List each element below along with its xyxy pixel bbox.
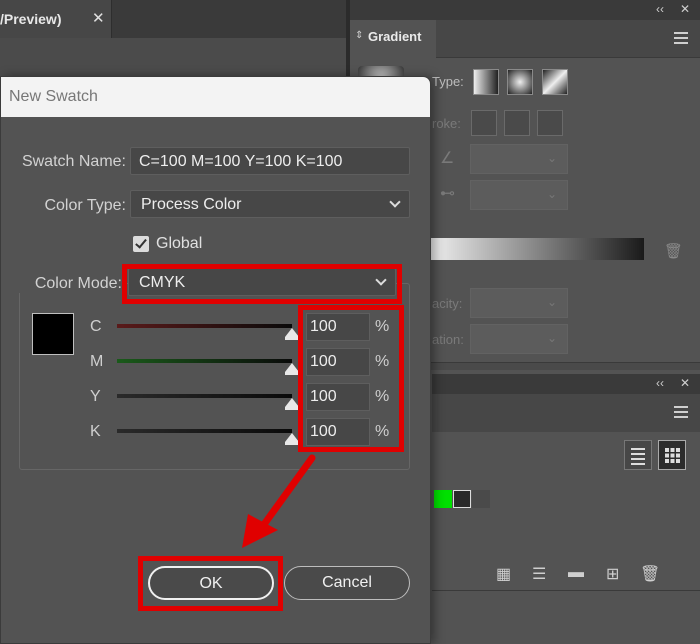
gradient-type-label: Type: [432,74,464,89]
cmyk-values-highlight [298,305,404,452]
global-checkbox[interactable] [133,236,149,252]
channel-m-slider[interactable] [117,359,292,363]
swatch-black[interactable] [453,490,471,508]
channel-k-label: K [90,423,101,440]
panel-topbar: ‹‹ ✕ [350,0,700,20]
channel-k-slider[interactable] [117,429,292,433]
color-type-value: Process Color [141,196,242,213]
panel-header [432,394,700,432]
swatch-options-icon[interactable]: ☰ [532,564,546,584]
swatch-name-label: Swatch Name: [21,153,126,170]
angle-select[interactable]: ⌄ [470,144,568,174]
global-label: Global [156,235,203,252]
stroke-label: roke: [432,116,461,131]
folder-icon[interactable]: ▬ [568,564,584,582]
new-swatch-icon[interactable]: ⊞ [606,564,619,584]
cancel-button[interactable]: Cancel [284,566,410,600]
trash-icon[interactable]: 🗑 [664,242,683,260]
chevron-updown-icon: ⇕ [355,30,364,41]
color-mode-highlight [122,264,402,304]
channel-m-label: M [90,353,104,370]
panel-menu-icon[interactable] [674,406,688,418]
grid-view-icon[interactable] [658,440,686,470]
collapse-panel-icon[interactable]: ‹‹ [656,376,664,390]
dialog-title: New Swatch [9,88,98,105]
ok-button-highlight [138,556,283,611]
stroke-within-button[interactable] [471,110,497,136]
panel-topbar: ‹‹ ✕ [432,374,700,394]
collapse-panel-icon[interactable]: ‹‹ [656,2,664,16]
swatches-footer: ▦ ☰ ▬ ⊞ 🗑 [432,560,700,590]
chevron-down-icon [389,196,401,208]
swatch-libraries-icon[interactable]: ▦ [496,564,511,584]
channel-m-slider-thumb[interactable] [285,363,299,375]
stroke-along-button[interactable] [504,110,530,136]
trash-icon[interactable]: 🗑 [640,564,660,584]
channel-y-slider-thumb[interactable] [285,398,299,410]
freeform-gradient-button[interactable] [542,69,568,95]
tab-gradient[interactable]: ⇕ Gradient [350,20,436,58]
gradient-slider[interactable] [430,238,644,260]
opacity-label: acity: [432,296,463,311]
angle-icon: ∠ [440,150,455,167]
document-tab-bar: /Preview) ✕ [0,0,346,38]
color-type-label: Color Type: [44,197,126,214]
location-select[interactable]: ⌄ [470,324,568,354]
document-tab-title: /Preview) [0,11,62,27]
panel-header: ⇕ Gradient [350,20,700,58]
radial-gradient-button[interactable] [507,69,533,95]
swatch-green[interactable] [434,490,452,508]
tab-gradient-label: Gradient [368,29,422,44]
color-type-select[interactable]: Process Color [130,190,410,218]
channel-c-label: C [90,318,102,335]
channel-k-slider-thumb[interactable] [285,433,299,445]
close-panel-icon[interactable]: ✕ [680,2,690,16]
color-preview-swatch [32,313,74,355]
aspect-ratio-icon: ⊷ [440,185,455,202]
document-tab[interactable]: /Preview) ✕ [0,0,112,38]
opacity-select[interactable]: ⌄ [470,288,568,318]
channel-y-label: Y [90,388,101,405]
close-panel-icon[interactable]: ✕ [680,376,690,390]
channel-y-slider[interactable] [117,394,292,398]
list-view-icon[interactable] [624,440,652,470]
panel-menu-icon[interactable] [674,32,688,44]
color-mode-label: Color Mode: [10,275,122,293]
linear-gradient-button[interactable] [473,69,499,95]
swatch-name-input[interactable]: C=100 M=100 Y=100 K=100 [130,147,410,175]
aspect-ratio-select[interactable]: ⌄ [470,180,568,210]
panel-bottom-area [432,590,700,644]
location-label: ation: [432,332,464,347]
channel-c-slider-thumb[interactable] [285,328,299,340]
stroke-across-button[interactable] [537,110,563,136]
swatch-empty[interactable] [472,490,490,508]
dialog-titlebar[interactable]: New Swatch [1,77,430,117]
channel-c-slider[interactable] [117,324,292,328]
close-icon[interactable]: ✕ [92,9,105,27]
